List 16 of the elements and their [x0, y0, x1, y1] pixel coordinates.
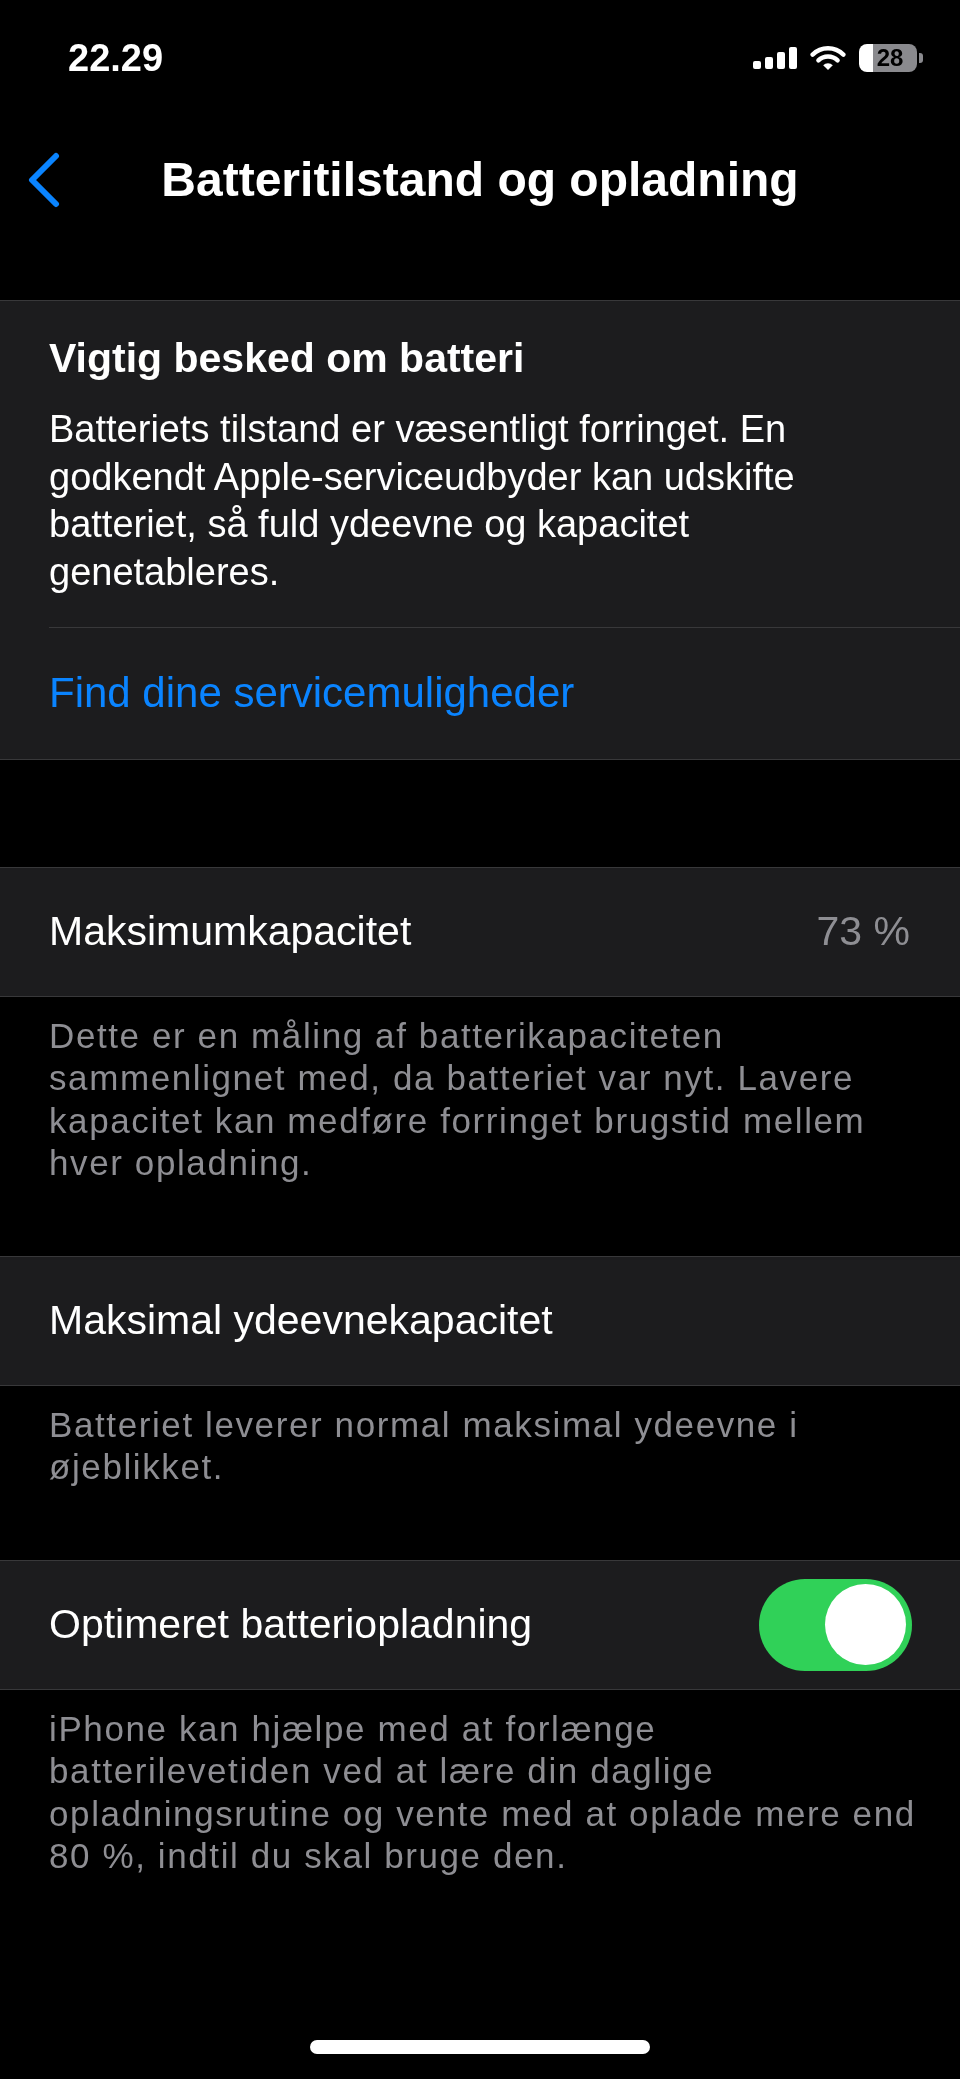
- section-footnote: Batteriet leverer normal maksimal ydeevne i øjeblikket.: [49, 1403, 800, 1489]
- back-chevron-icon[interactable]: [27, 152, 60, 208]
- section-footnote: Dette er en måling af batterikapaciteten sammenlignet med, da batteriet var nyt. Lavere kapacitet kan medføre forringet brugstid mellem hver opladning.: [49, 1014, 867, 1185]
- signal-icon: [753, 47, 797, 69]
- notice-title: Vigtig besked om batteri: [49, 335, 526, 381]
- page-title: Batteritilstand og opladning: [161, 152, 799, 209]
- section-footnote: iPhone kan hjælpe med at forlænge batterilevetiden ved at lære din daglige opladningsrutine og vente med at oplade mere end 80 %, indtil du skal bruge den.: [49, 1707, 917, 1878]
- row-value: 73 %: [816, 907, 911, 957]
- wifi-icon: [810, 45, 846, 71]
- status-time: 22.29: [68, 39, 164, 77]
- row-label: Optimeret batteriopladning: [49, 1600, 533, 1650]
- notice-message: Batteriets tilstand er væsentligt forringet. En godkendt Apple-serviceudbyder kan udskifte batteriet, så fuld ydeevne og kapacitet genetableres.: [49, 407, 796, 596]
- row-label: Maksimal ydeevnekapacitet: [49, 1296, 553, 1346]
- service-options-link[interactable]: Find dine servicemuligheder: [49, 668, 575, 719]
- battery-indicator: 28: [859, 44, 923, 72]
- row-label: Maksimumkapacitet: [49, 907, 412, 957]
